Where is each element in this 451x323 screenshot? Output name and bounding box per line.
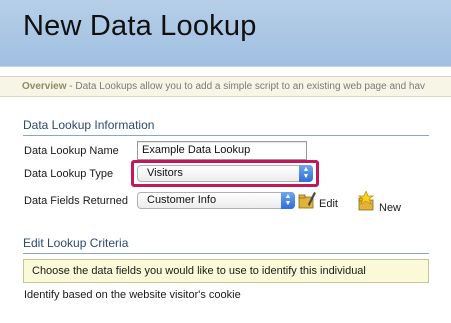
criteria-note: Identify based on the website visitor's … — [24, 289, 241, 301]
lookup-type-value: Visitors — [147, 167, 183, 179]
select-arrows-icon: ▲ ▼ — [299, 165, 313, 182]
overview-label: Overview — [22, 81, 67, 92]
lookup-name-input[interactable]: Example Data Lookup — [137, 141, 307, 160]
criteria-instructions: Choose the data fields you would like to… — [23, 259, 429, 283]
edit-label: Edit — [319, 198, 338, 210]
new-star-icon — [357, 191, 375, 211]
page-title: New Data Lookup — [23, 10, 257, 42]
fields-label: Data Fields Returned — [24, 195, 128, 207]
data-fields-value: Customer Info — [147, 194, 217, 206]
lookup-type-select[interactable]: Visitors ▲ ▼ — [137, 165, 313, 182]
section-title-criteria: Edit Lookup Criteria — [23, 236, 129, 250]
edit-folder-icon — [298, 192, 316, 209]
overview-bar: Overview - Data Lookups allow you to add… — [0, 76, 451, 97]
type-label: Data Lookup Type — [24, 168, 114, 180]
edit-button[interactable]: Edit — [298, 190, 338, 210]
page-header: New Data Lookup — [0, 0, 451, 76]
header-divider — [0, 66, 451, 76]
name-label: Data Lookup Name — [24, 145, 119, 157]
new-label: New — [379, 202, 402, 214]
section-divider — [23, 135, 429, 136]
overview-text: - Data Lookups allow you to add a simple… — [66, 81, 426, 92]
new-button[interactable]: New — [356, 191, 402, 214]
select-arrows-icon: ▲ ▼ — [281, 192, 295, 209]
section-title-information: Data Lookup Information — [23, 118, 155, 132]
section-divider — [23, 253, 429, 254]
data-fields-select[interactable]: Customer Info ▲ ▼ — [137, 192, 295, 209]
page: New Data Lookup Overview - Data Lookups … — [0, 0, 451, 323]
